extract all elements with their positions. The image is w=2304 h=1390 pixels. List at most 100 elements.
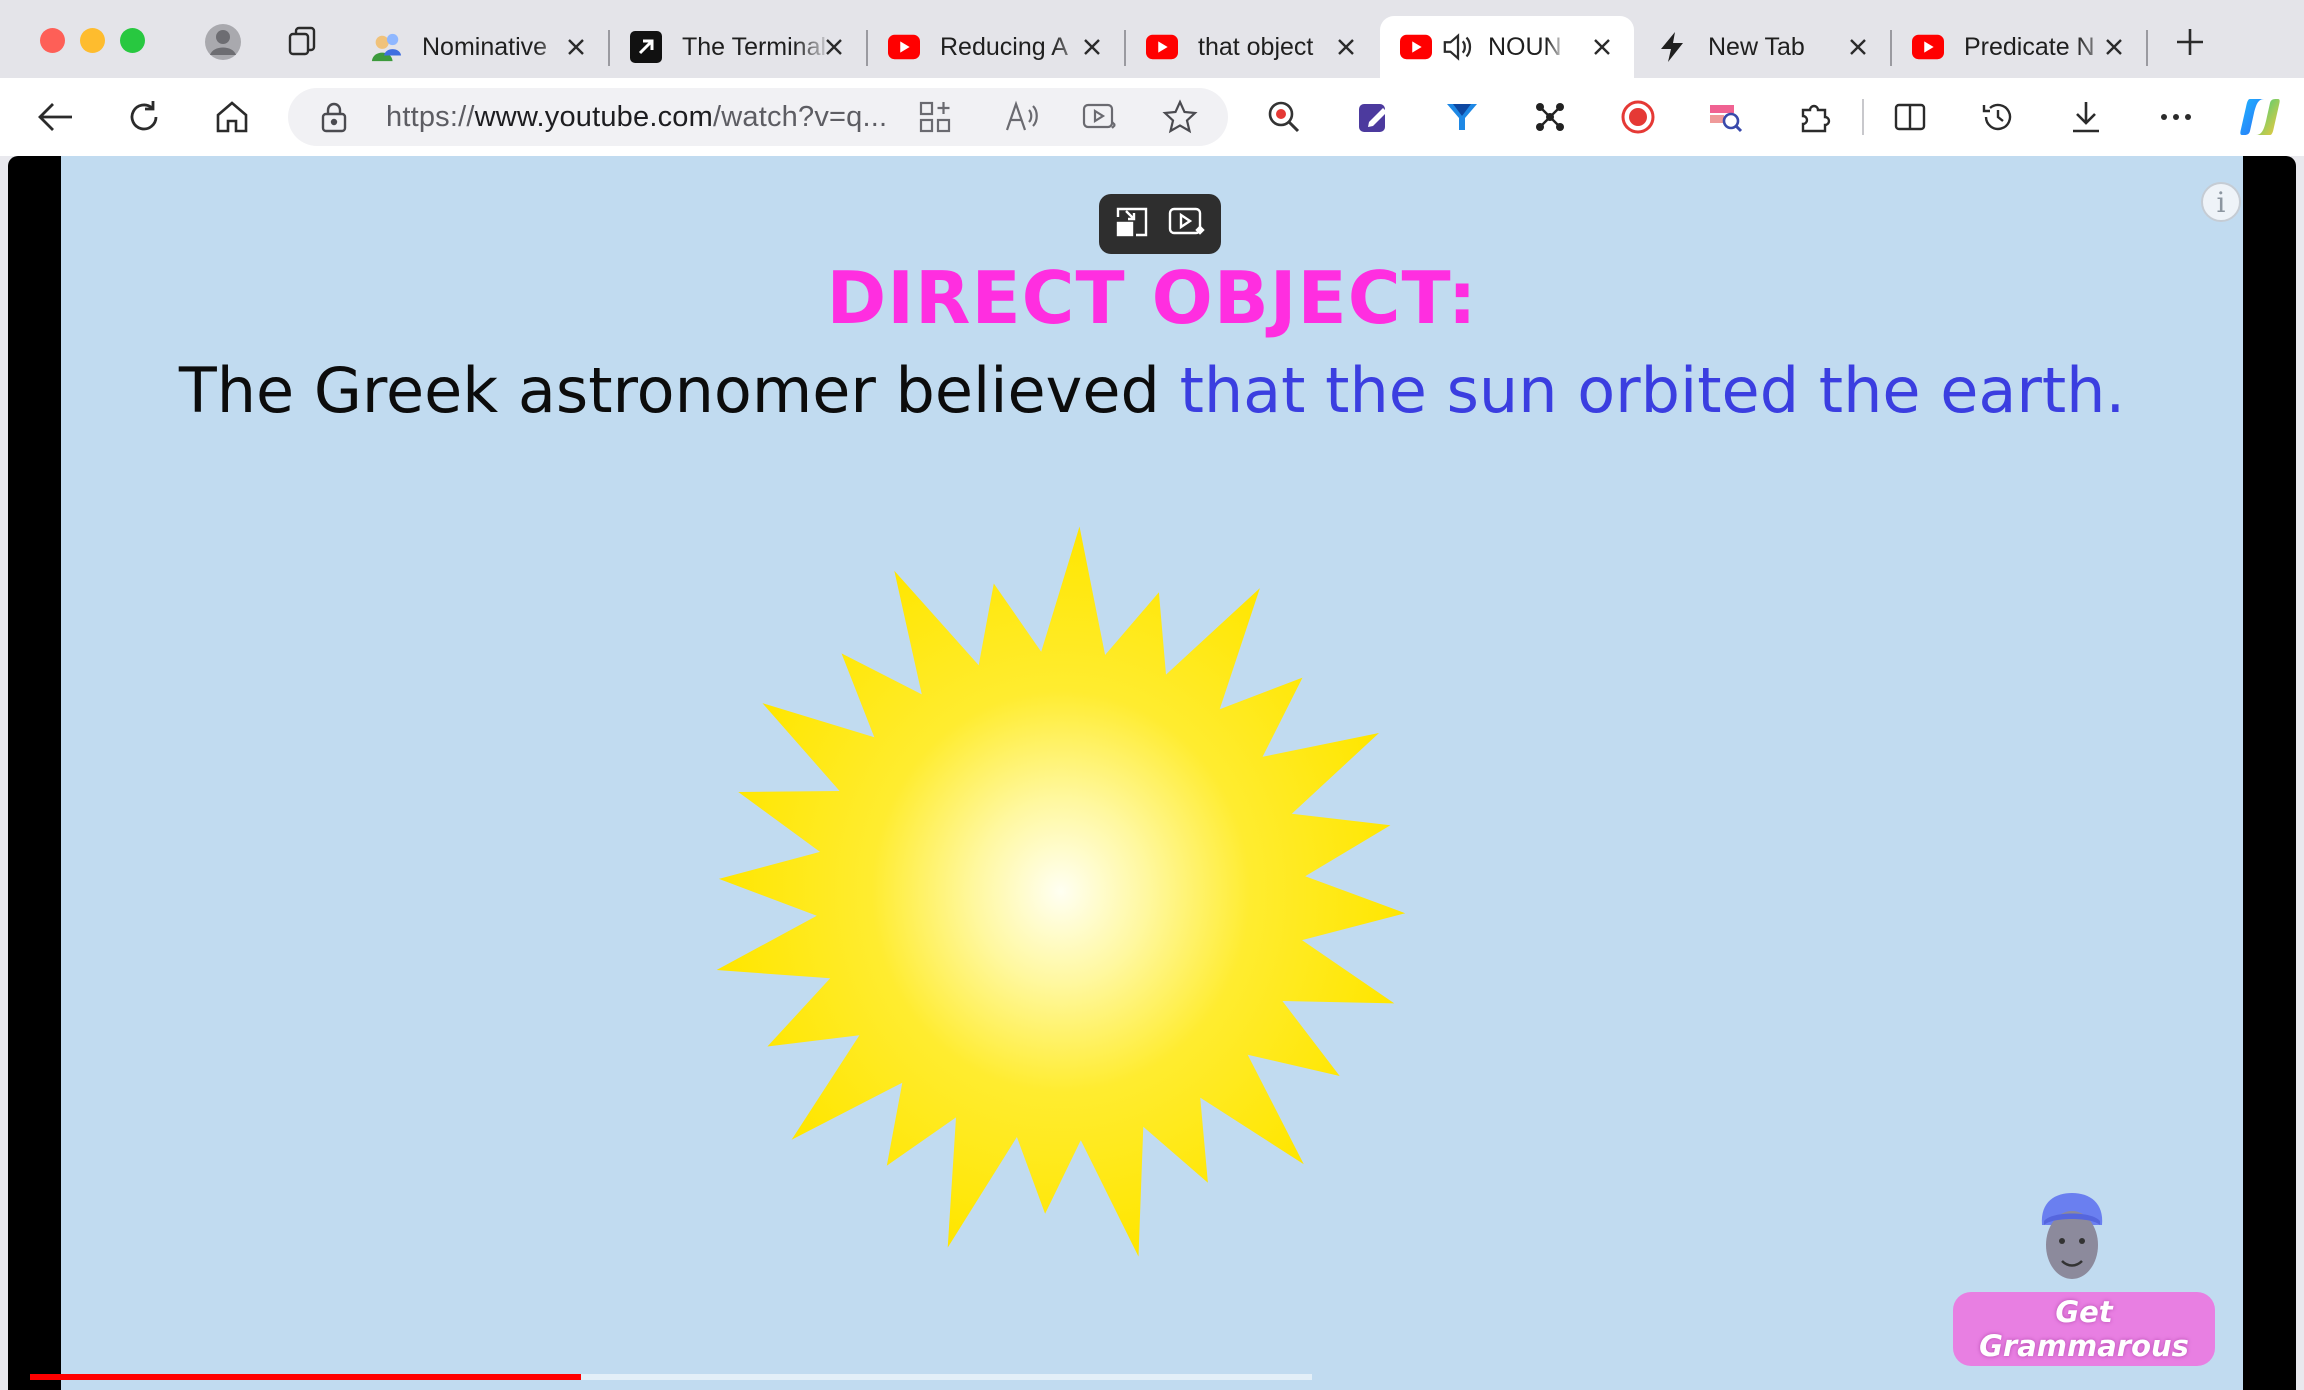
brand-watermark: Get Grammarous bbox=[1953, 1292, 2215, 1366]
home-icon bbox=[216, 101, 248, 133]
info-button[interactable]: i bbox=[2201, 182, 2241, 222]
new-tab-button[interactable] bbox=[2170, 22, 2210, 62]
close-icon bbox=[1084, 39, 1100, 55]
extension-nodes-button[interactable] bbox=[1528, 95, 1572, 139]
video-overlay-controls bbox=[1099, 194, 1221, 254]
back-button[interactable] bbox=[34, 95, 78, 139]
video-spark-icon[interactable] bbox=[1082, 100, 1118, 139]
lock-icon[interactable] bbox=[320, 101, 348, 138]
tab-that-object[interactable]: that object bbox=[1126, 16, 1378, 78]
tab-reducing[interactable]: Reducing A bbox=[868, 16, 1124, 78]
split-screen-button[interactable] bbox=[1888, 95, 1932, 139]
toolbar-separator bbox=[1862, 99, 1864, 135]
youtube-icon bbox=[1912, 31, 1944, 63]
youtube-icon bbox=[1146, 31, 1178, 63]
funnel-icon bbox=[1447, 104, 1477, 130]
navigation-bar: https://www.youtube.com/watch?v=q... bbox=[0, 78, 2304, 156]
split-screen-icon bbox=[1894, 103, 1926, 131]
puzzle-icon bbox=[1801, 104, 1831, 133]
close-tab-button[interactable] bbox=[1588, 33, 1616, 61]
read-aloud-icon[interactable] bbox=[1004, 100, 1040, 139]
sentence-subject-verb: The Greek astronomer believed bbox=[178, 354, 1160, 427]
slide-heading: DIRECT OBJECT: bbox=[826, 256, 1478, 340]
tab-predicate[interactable]: Predicate N bbox=[1892, 16, 2146, 78]
settings-more-button[interactable] bbox=[2154, 95, 2198, 139]
extension-search-video-button[interactable] bbox=[1262, 95, 1306, 139]
extension-filter-button[interactable] bbox=[1440, 95, 1484, 139]
plus-icon bbox=[2177, 29, 2203, 55]
workspaces-button[interactable] bbox=[284, 22, 324, 62]
video-progress-fill[interactable] bbox=[30, 1374, 582, 1380]
slide-sentence: The Greek astronomer believed that the s… bbox=[61, 354, 2243, 427]
close-tab-button[interactable] bbox=[2100, 33, 2128, 61]
back-arrow-icon bbox=[38, 103, 72, 131]
close-window-button[interactable] bbox=[40, 28, 65, 53]
maximize-window-button[interactable] bbox=[120, 28, 145, 53]
minimize-window-button[interactable] bbox=[80, 28, 105, 53]
extensions-button[interactable] bbox=[1792, 95, 1836, 139]
more-dots-icon bbox=[2161, 114, 2191, 120]
tab-title: New Tab bbox=[1708, 32, 1805, 61]
url-prefix: https:// bbox=[386, 101, 475, 133]
reload-icon bbox=[130, 101, 158, 131]
video-player[interactable]: i DIRECT OBJECT: The Greek astronomer be… bbox=[8, 156, 2296, 1390]
close-tab-button[interactable] bbox=[1844, 33, 1872, 61]
brand-avatar-icon bbox=[2041, 1193, 2103, 1279]
magnifier-record-icon bbox=[1268, 101, 1300, 133]
close-icon bbox=[2106, 39, 2122, 55]
favorite-star-icon[interactable] bbox=[1162, 99, 1198, 140]
profile-icon bbox=[205, 24, 241, 60]
close-icon bbox=[826, 39, 842, 55]
user-group-icon bbox=[370, 31, 402, 63]
tab-separator bbox=[2146, 30, 2148, 66]
close-tab-button[interactable] bbox=[562, 33, 590, 61]
url-path: /watch?v=q... bbox=[712, 101, 888, 133]
profile-button[interactable] bbox=[203, 22, 243, 62]
extension-record-button[interactable] bbox=[1616, 95, 1660, 139]
tab-title: Predicate N bbox=[1964, 32, 2095, 61]
history-button[interactable] bbox=[1976, 95, 2020, 139]
exit-fullscreen-button[interactable] bbox=[1114, 205, 1150, 244]
tab-nominative[interactable]: Nominative bbox=[350, 16, 608, 78]
reload-button[interactable] bbox=[122, 95, 166, 139]
video-ai-button[interactable] bbox=[1168, 205, 1206, 244]
downloads-button[interactable] bbox=[2064, 95, 2108, 139]
tab-title: NOUN bbox=[1488, 32, 1562, 61]
extension-search-tabs-button[interactable] bbox=[1704, 95, 1748, 139]
tab-title: Nominative bbox=[422, 32, 548, 61]
close-tab-button[interactable] bbox=[1078, 33, 1106, 61]
close-icon bbox=[1594, 39, 1610, 55]
collapse-window-icon bbox=[1116, 207, 1148, 236]
history-icon bbox=[1982, 103, 2012, 131]
url-host: www.youtube.com bbox=[474, 101, 713, 133]
sun-illustration bbox=[716, 526, 1406, 1257]
arrow-square-icon bbox=[630, 31, 662, 63]
lightning-icon bbox=[1656, 31, 1688, 63]
url-text[interactable]: https://www.youtube.com/watch?v=q... bbox=[386, 101, 887, 134]
close-tab-button[interactable] bbox=[820, 33, 848, 61]
tab-new-tab[interactable]: New Tab bbox=[1636, 16, 1890, 78]
close-tab-button[interactable] bbox=[1332, 33, 1360, 61]
close-icon bbox=[1850, 39, 1866, 55]
video-frame[interactable]: i DIRECT OBJECT: The Greek astronomer be… bbox=[61, 156, 2243, 1390]
apps-grid-icon[interactable] bbox=[918, 100, 952, 139]
tab-search-icon bbox=[1710, 105, 1743, 133]
tab-terminal[interactable]: The Terminal bbox=[610, 16, 866, 78]
sentence-direct-object: that the sun orbited the earth. bbox=[1179, 354, 2126, 427]
copilot-button[interactable] bbox=[2238, 95, 2282, 139]
close-icon bbox=[1338, 39, 1354, 55]
sun-shape bbox=[716, 526, 1406, 1257]
speaker-icon[interactable] bbox=[1442, 31, 1474, 63]
copilot-icon bbox=[2240, 99, 2280, 135]
youtube-icon bbox=[1400, 31, 1432, 63]
extension-notes-button[interactable] bbox=[1352, 95, 1396, 139]
tab-bar: Nominative The Terminal Reducing A that … bbox=[0, 0, 2304, 78]
tab-title: Reducing A bbox=[940, 32, 1068, 61]
tab-noun-active[interactable]: NOUN bbox=[1380, 16, 1634, 78]
home-button[interactable] bbox=[210, 95, 254, 139]
workspaces-icon bbox=[288, 26, 316, 56]
video-spark-icon bbox=[1168, 207, 1205, 235]
tab-title: that object bbox=[1198, 32, 1314, 61]
address-bar[interactable]: https://www.youtube.com/watch?v=q... bbox=[288, 88, 1228, 146]
nodes-icon bbox=[1536, 103, 1564, 131]
